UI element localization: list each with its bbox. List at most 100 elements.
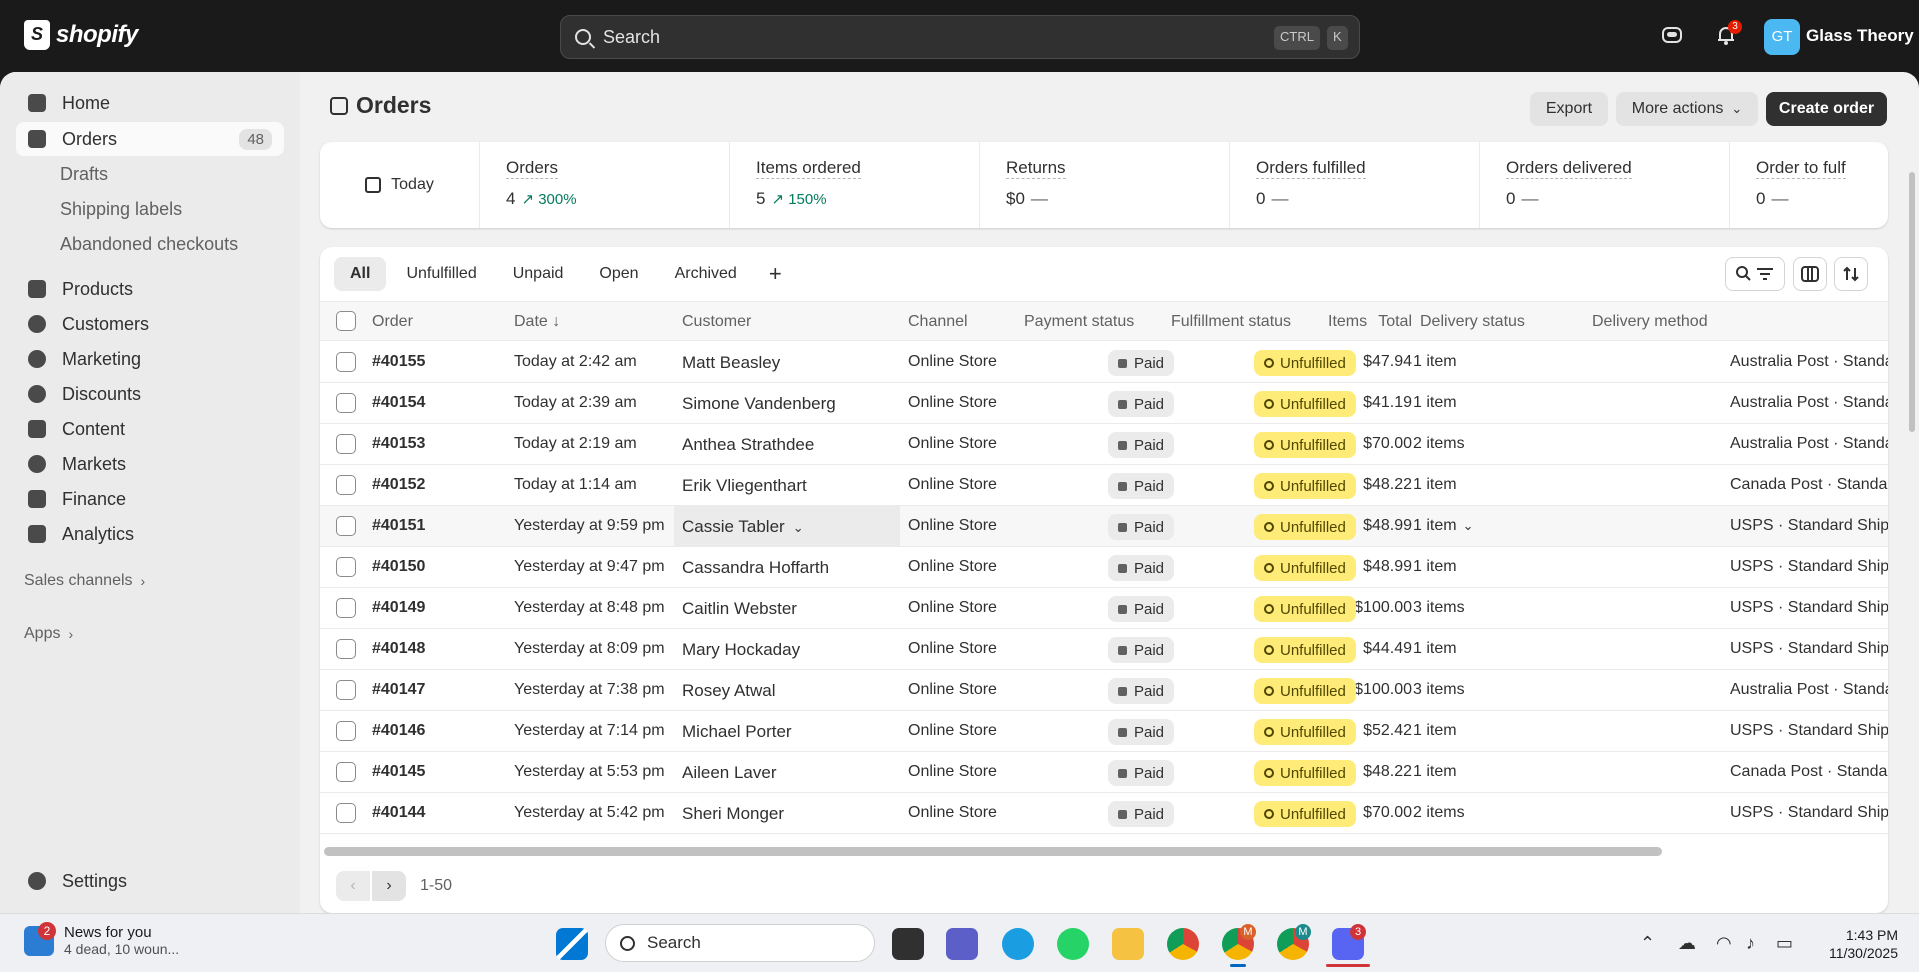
- customer-name[interactable]: Cassandra Hoffarth: [682, 558, 829, 578]
- sidebar-section-apps[interactable]: Apps ›: [16, 617, 284, 651]
- row-checkbox[interactable]: [336, 680, 356, 700]
- row-checkbox[interactable]: [336, 475, 356, 495]
- customer-name[interactable]: Aileen Laver: [682, 763, 777, 783]
- table-row[interactable]: #40150 Yesterday at 9:47 pm Cassandra Hoff…: [320, 547, 1888, 588]
- customer-name[interactable]: Sheri Monger: [682, 804, 784, 824]
- whatsapp-icon[interactable]: [1057, 928, 1089, 960]
- tab-unpaid[interactable]: Unpaid: [497, 257, 580, 291]
- order-number[interactable]: #40149: [372, 599, 425, 617]
- tab-unfulfilled[interactable]: Unfulfilled: [390, 257, 492, 291]
- add-view-button[interactable]: +: [757, 257, 794, 291]
- items-count[interactable]: 1 item ⌄: [1413, 517, 1473, 535]
- sidebar-section-sales-channels[interactable]: Sales channels ›: [16, 564, 284, 598]
- sidebar-item-customers[interactable]: Customers: [16, 307, 284, 341]
- vertical-scrollbar[interactable]: [1909, 172, 1915, 432]
- date-range-picker[interactable]: Today: [320, 142, 480, 228]
- order-number[interactable]: #40144: [372, 804, 425, 822]
- items-count[interactable]: 1 item: [1413, 763, 1457, 781]
- edge-icon[interactable]: [1002, 928, 1034, 960]
- metric-card[interactable]: Items ordered 5 ↗ 150%: [730, 142, 980, 228]
- taskbar-search[interactable]: Search: [605, 924, 875, 962]
- table-row[interactable]: #40154 Today at 2:39 am Simone Vandenberg O…: [320, 383, 1888, 424]
- metric-card[interactable]: Returns $0 —: [980, 142, 1230, 228]
- task-view-icon[interactable]: [892, 928, 924, 960]
- column-header[interactable]: Channel: [908, 313, 968, 331]
- more-actions-button[interactable]: More actions ⌄: [1616, 92, 1758, 126]
- sidebar-item-marketing[interactable]: Marketing: [16, 342, 284, 376]
- row-checkbox[interactable]: [336, 803, 356, 823]
- column-header[interactable]: Date ↓: [514, 313, 560, 331]
- table-row[interactable]: #40149 Yesterday at 8:48 pm Caitlin Webste…: [320, 588, 1888, 629]
- shopify-logo[interactable]: shopify: [24, 20, 138, 50]
- wifi-icon[interactable]: ◠: [1716, 933, 1732, 954]
- sidebar-item-home[interactable]: Home: [16, 86, 284, 120]
- tab-all[interactable]: All: [334, 257, 387, 291]
- column-header[interactable]: Total: [1378, 313, 1412, 331]
- sidebar-item-analytics[interactable]: Analytics: [16, 517, 284, 551]
- sidekick-icon[interactable]: [1660, 24, 1684, 48]
- order-number[interactable]: #40145: [372, 763, 425, 781]
- customer-name[interactable]: Erik Vliegenthart: [682, 476, 807, 496]
- metric-card[interactable]: Orders delivered 0 —: [1480, 142, 1730, 228]
- table-row[interactable]: #40145 Yesterday at 5:53 pm Aileen Laver On…: [320, 752, 1888, 793]
- customer-name[interactable]: Caitlin Webster: [682, 599, 797, 619]
- customer-name[interactable]: Anthea Strathdee: [682, 435, 814, 455]
- sidebar-item-markets[interactable]: Markets: [16, 447, 284, 481]
- sidebar-item-content[interactable]: Content: [16, 412, 284, 446]
- customer-name[interactable]: Cassie Tabler ⌄: [682, 517, 804, 537]
- column-header[interactable]: Customer: [682, 313, 751, 331]
- items-count[interactable]: 1 item: [1413, 394, 1457, 412]
- chevron-down-icon[interactable]: ⌄: [793, 520, 804, 535]
- select-all-checkbox[interactable]: [336, 311, 356, 331]
- row-checkbox[interactable]: [336, 393, 356, 413]
- row-checkbox[interactable]: [336, 434, 356, 454]
- sidebar-item-shipping-labels[interactable]: Shipping labels: [16, 192, 284, 226]
- items-count[interactable]: 3 items: [1413, 681, 1465, 699]
- store-name[interactable]: Glass Theory: [1806, 26, 1914, 46]
- items-count[interactable]: 3 items: [1413, 599, 1465, 617]
- search-filter-button[interactable]: [1725, 257, 1785, 291]
- volume-icon[interactable]: ♪: [1746, 933, 1755, 954]
- columns-button[interactable]: [1793, 257, 1827, 291]
- tab-archived[interactable]: Archived: [659, 257, 753, 291]
- horizontal-scrollbar[interactable]: [324, 847, 1662, 856]
- customer-name[interactable]: Matt Beasley: [682, 353, 780, 373]
- table-row[interactable]: #40155 Today at 2:42 am Matt Beasley Online…: [320, 342, 1888, 383]
- column-header[interactable]: Payment status: [1024, 313, 1134, 331]
- chrome-icon[interactable]: [1167, 928, 1199, 960]
- system-clock[interactable]: 1:43 PM 11/30/2025: [1810, 926, 1898, 962]
- previous-page-button[interactable]: ‹: [336, 871, 370, 901]
- avatar[interactable]: GT: [1764, 19, 1800, 55]
- battery-icon[interactable]: ▭: [1776, 933, 1793, 954]
- sidebar-item-orders[interactable]: Orders 48: [16, 122, 284, 156]
- sidebar-item-drafts[interactable]: Drafts: [16, 157, 284, 191]
- next-page-button[interactable]: ›: [372, 871, 406, 901]
- row-checkbox[interactable]: [336, 598, 356, 618]
- tab-open[interactable]: Open: [583, 257, 654, 291]
- customer-name[interactable]: Rosey Atwal: [682, 681, 776, 701]
- sidebar-item-products[interactable]: Products: [16, 272, 284, 306]
- file-explorer-icon[interactable]: [1112, 928, 1144, 960]
- order-number[interactable]: #40146: [372, 722, 425, 740]
- order-number[interactable]: #40152: [372, 476, 425, 494]
- column-header[interactable]: Items: [1328, 313, 1367, 331]
- table-row[interactable]: #40146 Yesterday at 7:14 pm Michael Porter…: [320, 711, 1888, 752]
- items-count[interactable]: 2 items: [1413, 435, 1465, 453]
- customer-name[interactable]: Simone Vandenberg: [682, 394, 836, 414]
- order-number[interactable]: #40150: [372, 558, 425, 576]
- table-row[interactable]: #40147 Yesterday at 7:38 pm Rosey Atwal Onl…: [320, 670, 1888, 711]
- onedrive-icon[interactable]: ☁: [1678, 933, 1696, 954]
- sidebar-item-finance[interactable]: Finance: [16, 482, 284, 516]
- create-order-button[interactable]: Create order: [1766, 92, 1887, 126]
- row-checkbox[interactable]: [336, 516, 356, 536]
- items-count[interactable]: 1 item: [1413, 722, 1457, 740]
- metric-card[interactable]: Orders 4 ↗ 300%: [480, 142, 730, 228]
- row-checkbox[interactable]: [336, 639, 356, 659]
- teams-icon[interactable]: [946, 928, 978, 960]
- table-row[interactable]: #40151 Yesterday at 9:59 pm Cassie Tabler ⌄…: [320, 506, 1888, 547]
- row-checkbox[interactable]: [336, 721, 356, 741]
- items-count[interactable]: 1 item: [1413, 558, 1457, 576]
- order-number[interactable]: #40147: [372, 681, 425, 699]
- order-number[interactable]: #40151: [372, 517, 425, 535]
- order-number[interactable]: #40155: [372, 353, 425, 371]
